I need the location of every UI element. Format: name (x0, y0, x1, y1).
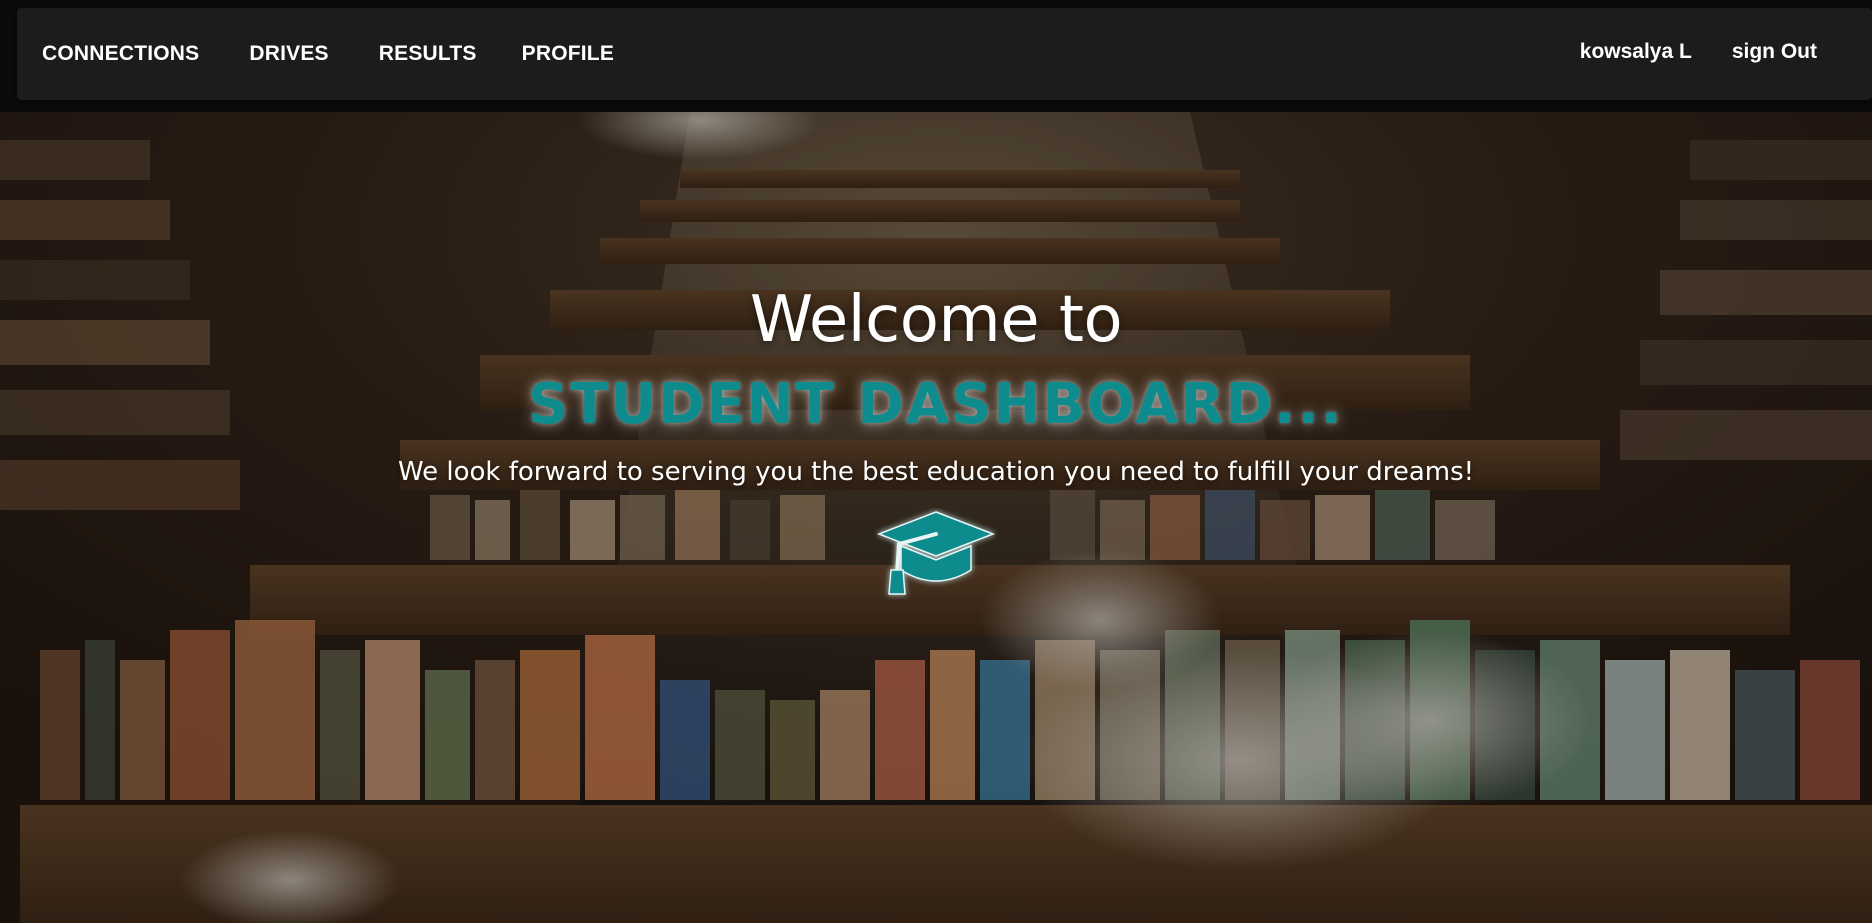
navbar: CONNECTIONS DRIVES RESULTS PROFILE kowsa… (17, 8, 1872, 100)
welcome-heading: Welcome to (749, 283, 1123, 357)
graduation-cap-icon (876, 511, 996, 595)
nav-link-drives[interactable]: DRIVES (249, 42, 328, 66)
nav-link-results[interactable]: RESULTS (379, 42, 477, 66)
hero-content: Welcome to STUDENT DASHBOARD... We look … (0, 280, 1872, 600)
nav-link-profile[interactable]: PROFILE (522, 42, 614, 66)
nav-link-connections[interactable]: CONNECTIONS (42, 42, 199, 66)
page: CONNECTIONS DRIVES RESULTS PROFILE kowsa… (0, 0, 1872, 923)
nav-links: CONNECTIONS DRIVES RESULTS PROFILE (42, 8, 664, 100)
nav-user-area: kowsalya L sign Out (1580, 8, 1817, 96)
dashboard-title: STUDENT DASHBOARD... (528, 372, 1344, 437)
sign-out-link[interactable]: sign Out (1732, 40, 1817, 64)
tagline: We look forward to serving you the best … (397, 457, 1475, 487)
user-name: kowsalya L (1579, 40, 1692, 63)
